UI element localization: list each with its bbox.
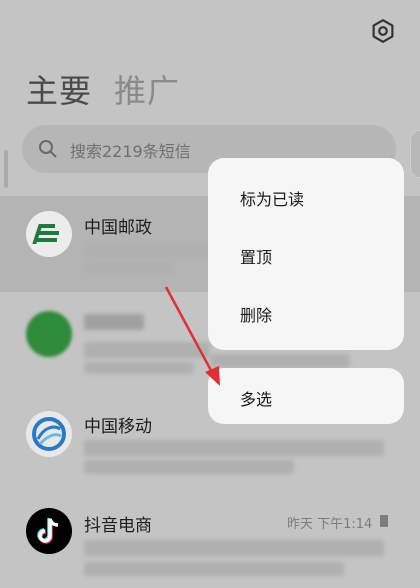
blurred-preview xyxy=(84,440,384,456)
blurred-preview xyxy=(84,362,194,374)
settings-gear-icon[interactable] xyxy=(368,16,398,46)
blurred-preview xyxy=(84,342,210,358)
blurred-preview xyxy=(210,354,350,368)
search-icon xyxy=(38,139,58,159)
conversation-name: 抖音电商 xyxy=(84,516,152,536)
china-mobile-logo-icon xyxy=(32,417,66,451)
avatar-blurred xyxy=(26,311,72,357)
blurred-preview xyxy=(84,562,344,576)
multi-select-menu: 多选 xyxy=(208,368,404,424)
tab-main[interactable]: 主要 xyxy=(26,66,92,112)
conversation-name: 中国邮政 xyxy=(84,218,152,238)
menu-item-mark-read[interactable]: 标为已读 xyxy=(240,186,304,210)
search-placeholder: 搜索2219条短信 xyxy=(70,142,191,161)
tab-promo[interactable]: 推广 xyxy=(114,66,180,112)
scroll-edge-indicator xyxy=(4,150,8,188)
blurred-preview xyxy=(84,460,294,474)
douyin-logo-icon xyxy=(37,518,59,544)
avatar-china-post xyxy=(26,211,72,257)
conversation-time: 昨天 下午1:14 xyxy=(287,517,373,532)
blurred-preview xyxy=(84,242,210,258)
china-post-logo-icon xyxy=(32,224,59,244)
menu-item-pin[interactable]: 置顶 xyxy=(240,244,272,268)
avatar-douyin xyxy=(26,508,72,554)
menu-item-delete[interactable]: 删除 xyxy=(240,302,272,326)
sim-card-icon xyxy=(380,515,388,527)
blurred-preview xyxy=(84,262,174,274)
edge-button[interactable] xyxy=(410,130,420,178)
avatar-china-mobile xyxy=(26,411,72,457)
context-menu: 标为已读 置顶 删除 xyxy=(208,158,404,350)
blurred-name xyxy=(84,314,144,330)
blurred-preview xyxy=(84,540,384,556)
menu-item-multi-select[interactable]: 多选 xyxy=(240,386,272,410)
conversation-name: 中国移动 xyxy=(84,417,152,437)
